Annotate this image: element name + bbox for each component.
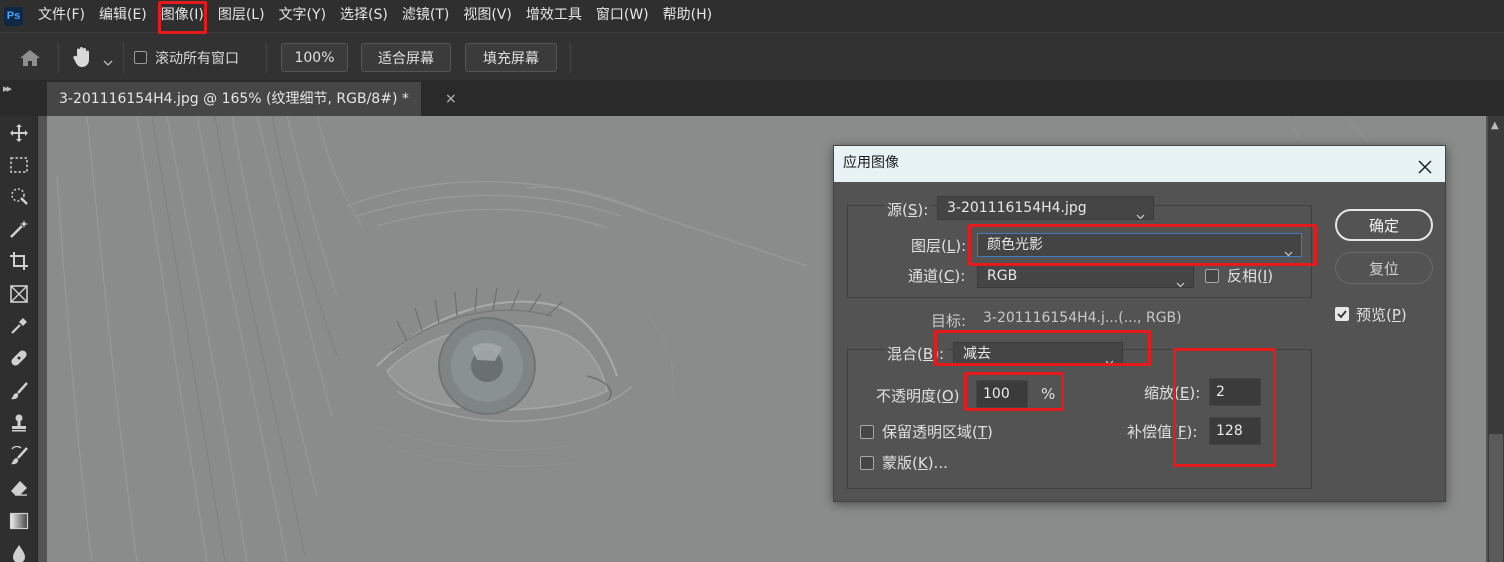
clone-stamp-icon[interactable] bbox=[7, 411, 31, 435]
menu-file[interactable]: 文件(F) bbox=[31, 0, 92, 32]
layer-select-value: 颜色光影 bbox=[987, 237, 1043, 253]
chevron-down-icon bbox=[1105, 351, 1114, 373]
preserve-transparency-label: 保留透明区域(T) bbox=[882, 423, 993, 441]
gradient-icon[interactable] bbox=[7, 509, 31, 533]
invert-label: 反相(I) bbox=[1227, 267, 1274, 285]
separator bbox=[266, 43, 267, 73]
scroll-up-icon[interactable]: ▲ bbox=[1491, 120, 1499, 131]
preview-checkbox[interactable] bbox=[1335, 307, 1349, 321]
menu-view[interactable]: 视图(V) bbox=[456, 0, 519, 32]
eyedropper-icon[interactable] bbox=[7, 314, 31, 338]
preview-label: 预览(P) bbox=[1356, 306, 1407, 324]
dialog-title-bar[interactable]: 应用图像 bbox=[834, 146, 1445, 182]
separator bbox=[570, 43, 571, 73]
opacity-label: 不透明度(O) bbox=[876, 387, 960, 405]
fit-screen-button[interactable]: 适合屏幕 bbox=[361, 43, 451, 72]
zoom-100-button[interactable]: 100% bbox=[281, 43, 348, 72]
channel-select[interactable]: RGB bbox=[977, 264, 1194, 288]
chevron-down-icon[interactable] bbox=[103, 54, 113, 70]
source-select[interactable]: 3-201116154H4.jpg bbox=[937, 196, 1154, 220]
menu-window[interactable]: 窗口(W) bbox=[589, 0, 656, 32]
mask-checkbox[interactable] bbox=[860, 456, 874, 470]
channel-label: 通道(C): bbox=[908, 267, 966, 285]
collapse-panels-icon[interactable]: ▸▸ bbox=[3, 82, 12, 95]
menu-edit[interactable]: 编辑(E) bbox=[92, 0, 154, 32]
target-value: 3-201116154H4.j...(..., RGB) bbox=[983, 310, 1182, 326]
separator bbox=[123, 43, 124, 73]
fill-screen-button[interactable]: 填充屏幕 bbox=[465, 43, 557, 72]
opacity-input[interactable]: 100 bbox=[976, 380, 1028, 408]
mask-label: 蒙版(K)... bbox=[882, 454, 948, 472]
menu-filter[interactable]: 滤镜(T) bbox=[395, 0, 456, 32]
marquee-icon[interactable] bbox=[7, 153, 31, 177]
scale-input[interactable]: 2 bbox=[1209, 378, 1261, 406]
menu-help[interactable]: 帮助(H) bbox=[656, 0, 719, 32]
document-tab-title: 3-201116154H4.jpg @ 165% (纹理细节, RGB/8#) … bbox=[59, 91, 409, 107]
scrollbar-thumb[interactable] bbox=[1489, 434, 1503, 562]
healing-brush-icon[interactable] bbox=[7, 346, 31, 370]
scroll-all-label: 滚动所有窗口 bbox=[155, 51, 239, 67]
separator bbox=[58, 43, 59, 73]
target-label: 目标: bbox=[931, 312, 967, 330]
offset-label: 补偿值(F): bbox=[1127, 423, 1198, 441]
preserve-transparency-checkbox[interactable] bbox=[860, 425, 874, 439]
options-bar: 滚动所有窗口 100% 适合屏幕 填充屏幕 bbox=[0, 32, 1504, 80]
channel-select-value: RGB bbox=[987, 268, 1018, 284]
document-tab-strip: ▸▸ 3-201116154H4.jpg @ 165% (纹理细节, RGB/8… bbox=[0, 80, 1504, 116]
blending-label: 混合(B): bbox=[884, 343, 948, 364]
menu-select[interactable]: 选择(S) bbox=[333, 0, 395, 32]
chevron-down-icon bbox=[1176, 273, 1185, 295]
menu-bar: Ps 文件(F) 编辑(E) 图像(I) 图层(L) 文字(Y) 选择(S) 滤… bbox=[0, 0, 1504, 32]
chevron-down-icon bbox=[1136, 205, 1145, 227]
home-icon[interactable] bbox=[19, 49, 41, 71]
layer-select[interactable]: 颜色光影 bbox=[977, 233, 1302, 257]
menu-layer[interactable]: 图层(L) bbox=[211, 0, 272, 32]
menu-plugins[interactable]: 增效工具 bbox=[519, 0, 589, 32]
photoshop-logo: Ps bbox=[4, 6, 23, 26]
brush-icon[interactable] bbox=[7, 379, 31, 403]
tools-panel bbox=[0, 116, 38, 562]
magic-wand-icon[interactable] bbox=[7, 217, 31, 241]
menu-image[interactable]: 图像(I) bbox=[154, 0, 211, 32]
source-select-value: 3-201116154H4.jpg bbox=[947, 200, 1087, 216]
menu-type[interactable]: 文字(Y) bbox=[272, 0, 333, 32]
move-icon[interactable] bbox=[7, 121, 31, 145]
layer-label: 图层(L): bbox=[911, 237, 967, 255]
apply-image-dialog: 应用图像 源(S): 3-201116154H4.jpg 图层(L): 颜色光影… bbox=[833, 145, 1446, 502]
eraser-icon[interactable] bbox=[7, 476, 31, 500]
opacity-unit: % bbox=[1041, 385, 1056, 403]
blur-icon[interactable] bbox=[7, 541, 31, 562]
close-icon[interactable] bbox=[1417, 154, 1433, 188]
chevron-down-icon bbox=[1284, 242, 1293, 264]
source-label: 源(S): bbox=[884, 199, 932, 220]
scale-label: 缩放(E): bbox=[1144, 384, 1201, 402]
menu-items: 文件(F) 编辑(E) 图像(I) 图层(L) 文字(Y) 选择(S) 滤镜(T… bbox=[31, 0, 719, 32]
quick-select-icon[interactable] bbox=[7, 184, 31, 208]
document-tab[interactable]: 3-201116154H4.jpg @ 165% (纹理细节, RGB/8#) … bbox=[47, 82, 457, 116]
ok-button[interactable]: 确定 bbox=[1335, 209, 1433, 241]
reset-button[interactable]: 复位 bbox=[1335, 252, 1433, 284]
history-brush-icon[interactable] bbox=[7, 444, 31, 468]
invert-checkbox[interactable] bbox=[1205, 269, 1219, 283]
dialog-title: 应用图像 bbox=[843, 155, 899, 171]
offset-input[interactable]: 128 bbox=[1209, 417, 1261, 445]
scroll-all-checkbox[interactable] bbox=[134, 51, 147, 64]
frame-icon[interactable] bbox=[7, 282, 31, 306]
blending-select-value: 减去 bbox=[963, 346, 991, 362]
close-icon[interactable]: × bbox=[445, 82, 457, 116]
blending-select[interactable]: 减去 bbox=[953, 342, 1123, 366]
crop-icon[interactable] bbox=[7, 249, 31, 273]
hand-tool-icon[interactable] bbox=[70, 45, 94, 73]
checkmark-icon bbox=[1337, 310, 1347, 319]
